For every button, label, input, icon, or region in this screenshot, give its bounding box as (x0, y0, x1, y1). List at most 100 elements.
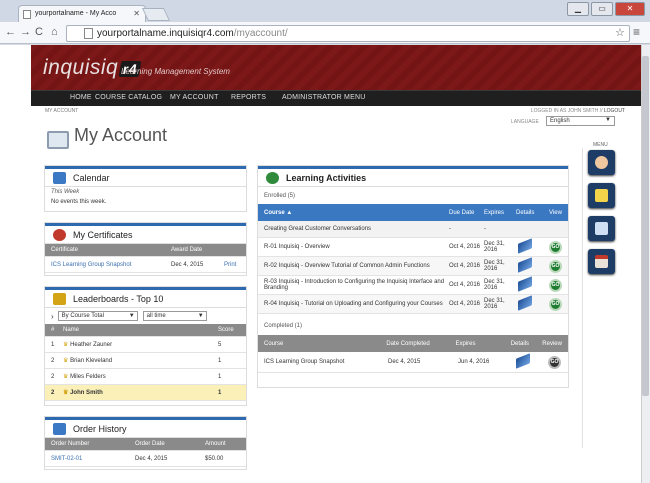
notepad-icon (595, 189, 608, 202)
trophy-icon: ♛ (63, 358, 69, 364)
nav-reports[interactable]: REPORTS (231, 94, 266, 101)
col-course-label: Course (264, 209, 285, 216)
due-date: Oct 4, 2016 (449, 301, 481, 307)
leader-name-text: Heather Zauner (70, 342, 113, 348)
col-score: Score (218, 327, 234, 333)
view-go-button[interactable]: GO (549, 259, 562, 273)
nav-course-catalog[interactable]: COURSE CATALOG (95, 94, 162, 101)
completed-count: Completed (1) (264, 323, 303, 329)
scrollbar-thumb[interactable] (642, 56, 649, 396)
rank: 2 (51, 373, 55, 380)
logout-link[interactable]: LOGOUT (604, 108, 625, 114)
messages-menu-button[interactable] (588, 216, 615, 241)
forward-arrow-icon[interactable]: → (20, 26, 31, 38)
rank: 2 (51, 389, 55, 396)
print-link[interactable]: Print (224, 262, 236, 268)
view-go-button[interactable]: GO (549, 297, 562, 311)
details-button[interactable] (516, 353, 548, 369)
due-date: Oct 4, 2016 (449, 282, 481, 288)
trophy-icon: ♛ (63, 342, 69, 348)
calendar-icon (595, 255, 608, 268)
minimize-window-icon[interactable]: ▁ (567, 2, 589, 16)
col-award-date: Award Date (171, 247, 203, 253)
trophy-icon (53, 293, 66, 305)
due-date: - (449, 226, 451, 232)
expires: Dec 31, 2016 (484, 260, 505, 272)
url-path: /myaccount/ (233, 28, 288, 39)
browser-menu-icon[interactable]: ≡ (633, 25, 640, 39)
language-select[interactable]: English ▼ (546, 116, 615, 126)
view-go-button[interactable]: GO (549, 240, 562, 254)
certificate-ribbon-icon (53, 229, 66, 241)
chevron-right-icon: › (51, 311, 54, 321)
col-name: Name (63, 327, 80, 333)
back-arrow-icon[interactable]: ← (5, 26, 16, 38)
details-button[interactable] (518, 238, 549, 254)
course-name: R-04 Inquisiq - Tutorial on Uploading an… (264, 301, 443, 307)
col-expires: Expires (455, 340, 476, 347)
url-host: yourportalname.inquisiqr4.com (97, 28, 234, 39)
close-tab-icon[interactable]: ✕ (133, 9, 140, 18)
details-button[interactable] (518, 295, 549, 311)
expires: Dec 31, 2016 (484, 298, 505, 310)
certificate-name[interactable]: ICS Learning Group Snapshot (51, 262, 171, 268)
page-icon (23, 10, 31, 19)
nav-my-account[interactable]: MY ACCOUNT (170, 94, 219, 101)
col-view: View (549, 209, 562, 216)
view-go-button[interactable]: GO (549, 278, 562, 292)
leaderboards-widget: Leaderboards - Top 10 › By Course Total ▼… (44, 286, 247, 406)
nav-home[interactable]: HOME (70, 94, 92, 101)
receipt-icon (53, 423, 66, 435)
details-button[interactable] (518, 276, 549, 292)
order-number-link[interactable]: SMIT-02-01 (51, 456, 135, 462)
col-date-completed: Date Completed (386, 340, 430, 347)
col-review: Review (542, 340, 562, 347)
leaderboard-type-select[interactable]: By Course Total ▼ (57, 311, 138, 321)
score: 1 (218, 357, 222, 364)
col-course[interactable]: Course ▲ (264, 210, 449, 216)
bookmark-star-icon[interactable]: ☆ (615, 26, 625, 39)
rank: 1 (51, 341, 55, 348)
order-amount: $50.00 (205, 455, 224, 462)
completed-header: Course Date Completed Expires Details Re… (258, 335, 568, 352)
address-bar[interactable]: yourportalname.inquisiqr4.com/myaccount/ (66, 25, 630, 42)
calendar-empty: No events this week. (45, 197, 246, 207)
side-menu-divider (582, 148, 583, 448)
nav-administrator-menu[interactable]: ADMINISTRATOR MENU (282, 94, 365, 101)
calendar-empty-text: No events this week. (51, 199, 107, 205)
table-row: R-01 Inquisiq - Overview Oct 4, 2016 Dec… (258, 238, 568, 257)
table-row: 2 ♛ Brian Kleveland 1 (45, 353, 246, 369)
completed-label: Completed (1) (258, 317, 568, 335)
browser-tab[interactable]: yourportalname - My Acco ✕ (18, 5, 146, 22)
trophy-icon: ♛ (63, 374, 69, 380)
course-name: R-02 Inquisiq - Overview Tutorial of Com… (264, 263, 430, 269)
leader-name-text: Brian Kleveland (70, 358, 113, 364)
calendar-menu-button[interactable] (588, 249, 615, 274)
maximize-window-icon[interactable]: ▭ (591, 2, 613, 16)
certificates-header: Certificate Award Date (45, 244, 246, 257)
order-history-widget: Order History Order Number Order Date Am… (44, 416, 247, 470)
site-tagline: Learning Management System (121, 67, 230, 76)
col-amount: Amount (205, 441, 226, 447)
calendar-period-text: This Week (51, 189, 80, 195)
page-title: My Account (74, 125, 168, 145)
browser-tab-title: yourportalname - My Acco (35, 10, 117, 17)
trophy-icon: ♛ (63, 390, 69, 396)
notes-menu-button[interactable] (588, 183, 615, 208)
details-button[interactable] (518, 257, 549, 273)
orders-header: Order Number Order Date Amount (45, 438, 246, 451)
leaderboard-period-select[interactable]: all time ▼ (142, 311, 207, 321)
col-due-date: Due Date (449, 209, 475, 216)
review-go-button[interactable]: GO (548, 355, 561, 369)
course-name: R-01 Inquisiq - Overview (264, 244, 330, 250)
reload-icon[interactable]: C (35, 26, 43, 38)
table-row: 2 ♛ Miles Felders 1 (45, 369, 246, 385)
home-icon[interactable]: ⌂ (51, 26, 58, 38)
profile-menu-button[interactable] (588, 150, 615, 175)
book-icon (518, 295, 532, 311)
due-date: Oct 4, 2016 (449, 263, 481, 269)
expires: Dec 31, 2016 (484, 241, 505, 253)
course-name: ICS Learning Group Snapshot (264, 359, 345, 365)
enrolled-count: Enrolled (5) (264, 192, 296, 199)
close-window-icon[interactable]: ✕ (615, 2, 645, 16)
